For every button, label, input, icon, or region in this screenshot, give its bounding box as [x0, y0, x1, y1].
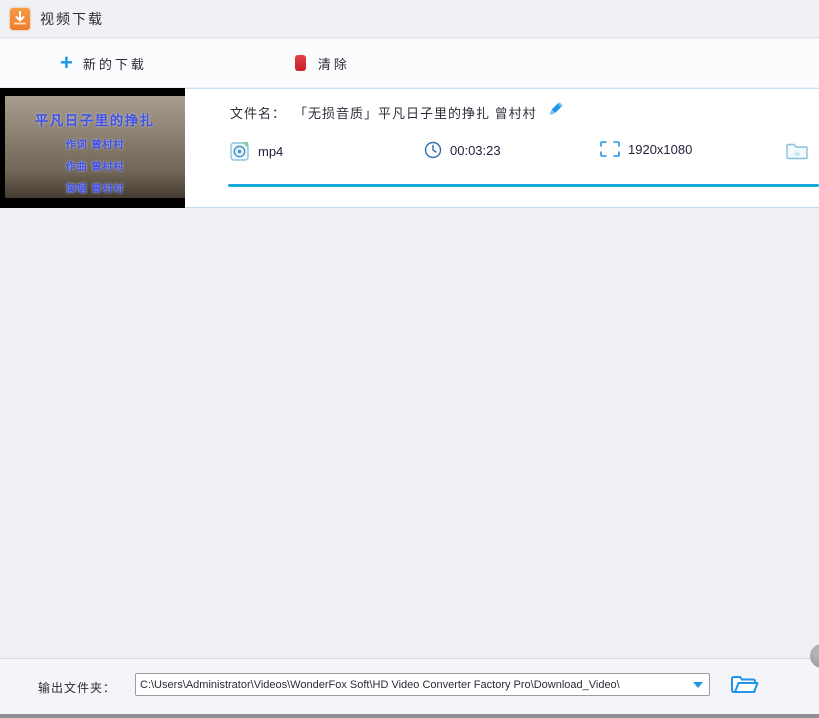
clear-button[interactable]: 清除: [294, 48, 350, 78]
download-item-card: 文件名： 「无损音质」平凡日子里的挣扎 曾村村 mp4 00:03:23 192…: [185, 88, 819, 208]
window-bottom-edge: [0, 714, 819, 718]
thumbnail-credit-line: 作词 曾村村: [65, 140, 125, 151]
duration-group: 00:03:23: [424, 141, 501, 159]
filename-label: 文件名：: [230, 106, 287, 121]
download-app-icon: [10, 7, 30, 30]
download-list-area: [0, 209, 819, 658]
duration-value: 00:03:23: [450, 142, 501, 158]
resolution-icon: [600, 141, 620, 157]
toolbar: + 新的下载 清除: [0, 39, 819, 87]
metadata-row: mp4 00:03:23 1920x1080: [230, 141, 810, 163]
output-folder-label: 输出文件夹：: [38, 681, 117, 695]
open-file-location-button[interactable]: [785, 142, 809, 166]
download-progress-bar: [228, 184, 819, 187]
video-format-icon: [230, 142, 249, 161]
plus-icon: +: [60, 50, 73, 75]
clock-icon: [424, 141, 442, 159]
pencil-icon: [550, 102, 563, 115]
open-folder-icon: [731, 676, 759, 693]
edit-filename-button[interactable]: [545, 99, 565, 124]
format-value: mp4: [258, 143, 284, 159]
thumbnail-credit-line: 作曲 曾村村: [65, 162, 125, 173]
resolution-group: 1920x1080: [600, 141, 692, 157]
resolution-value: 1920x1080: [628, 141, 693, 157]
title-bar: 视频下载: [0, 0, 819, 38]
output-path-combobox[interactable]: [135, 673, 710, 696]
clear-label: 清除: [317, 56, 350, 72]
browse-output-folder-button[interactable]: [729, 673, 759, 700]
video-thumbnail: 平凡日子里的挣扎 作词 曾村村 作曲 曾村村 演唱 曾村村: [0, 88, 185, 208]
output-folder-bar: 输出文件夹：: [0, 658, 819, 714]
video-download-window: 视频下载 + 新的下载 清除 平凡日子里的挣扎 作词 曾村村 作曲 曾村村 演唱…: [0, 0, 819, 718]
format-group: mp4: [230, 141, 283, 161]
new-download-label: 新的下载: [82, 56, 147, 72]
output-path-dropdown-arrow-icon[interactable]: [687, 675, 709, 694]
folder-icon: [786, 143, 808, 160]
trash-icon: [294, 55, 306, 71]
thumbnail-credit-line: 演唱 曾村村: [65, 184, 125, 195]
thumbnail-title: 平凡日子里的挣扎: [34, 113, 155, 128]
filename-value: 「无损音质」平凡日子里的挣扎 曾村村: [294, 106, 537, 121]
page-title: 视频下载: [40, 10, 104, 27]
thumbnail-overlay-text: 平凡日子里的挣扎 作词 曾村村 作曲 曾村村 演唱 曾村村: [5, 110, 185, 195]
new-download-button[interactable]: + 新的下载: [60, 48, 147, 78]
download-item-row[interactable]: 平凡日子里的挣扎 作词 曾村村 作曲 曾村村 演唱 曾村村 文件名： 「无损音质…: [0, 88, 819, 208]
thumbnail-frame: 平凡日子里的挣扎 作词 曾村村 作曲 曾村村 演唱 曾村村: [5, 96, 185, 198]
output-path-input[interactable]: [136, 675, 687, 694]
filename-row: 文件名： 「无损音质」平凡日子里的挣扎 曾村村: [230, 103, 537, 122]
